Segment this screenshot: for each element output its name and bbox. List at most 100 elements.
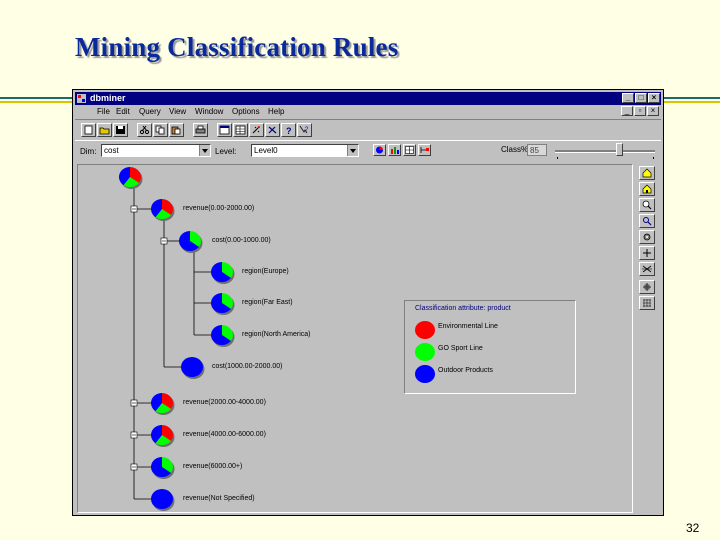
child-restore-button[interactable]: ▫: [634, 106, 646, 116]
side-settings-button[interactable]: [639, 230, 655, 244]
menu-window[interactable]: Window: [195, 107, 223, 116]
child-close-button[interactable]: ×: [647, 106, 659, 116]
decorative-line-teal-right: [664, 97, 720, 99]
level-label: Level:: [215, 147, 237, 156]
class-percent-field[interactable]: 85: [527, 144, 547, 156]
decorative-line-yellow: [0, 101, 72, 103]
help-icon: ?: [286, 126, 292, 135]
level-dropdown-arrow-icon[interactable]: [347, 145, 358, 156]
dim-label: Dim:: [80, 147, 97, 156]
side-grid-button[interactable]: [639, 296, 655, 310]
help-button[interactable]: ?: [281, 123, 296, 137]
house-up-icon: [642, 184, 652, 194]
open-button[interactable]: [97, 123, 112, 137]
legend-item-outdoor: Outdoor Products: [438, 367, 493, 374]
legend-box: Classification attribute: product Enviro…: [404, 300, 576, 394]
menu-query[interactable]: Query: [139, 107, 161, 116]
svg-text:?: ?: [305, 127, 309, 133]
zoom-icon: [642, 200, 652, 210]
scissors-icon: [139, 125, 150, 135]
house-icon: [642, 168, 652, 178]
legend-blue-circle: [415, 365, 435, 383]
tools-icon: [268, 126, 277, 134]
bar-view-button[interactable]: [388, 144, 401, 156]
tree-node-label[interactable]: revenue(6000.00+): [183, 463, 242, 470]
tree-node-label[interactable]: revenue(2000.00-4000.00): [183, 399, 266, 406]
pie-chart-icon: [376, 146, 383, 154]
close-button[interactable]: ×: [648, 93, 660, 103]
paste-button[interactable]: [169, 123, 184, 137]
table-view-button[interactable]: [233, 123, 248, 137]
decorative-line-yellow-right: [664, 101, 720, 103]
save-button[interactable]: [113, 123, 128, 137]
side-home-button[interactable]: [639, 166, 655, 180]
folder-icon: [99, 127, 110, 135]
slide-title: Mining Classification Rules: [75, 32, 399, 62]
printer-icon: [195, 125, 206, 134]
level-select-value: Level0: [254, 146, 278, 155]
copy-button[interactable]: [153, 123, 168, 137]
side-up-button[interactable]: [639, 182, 655, 196]
tree-node-label[interactable]: revenue(Not Specified): [183, 495, 255, 502]
menu-view[interactable]: View: [169, 107, 186, 116]
slider-tick: [557, 157, 558, 159]
menu-file[interactable]: File: [97, 107, 110, 116]
tree-node-label[interactable]: cost(1000.00-2000.00): [212, 363, 282, 370]
class-slider-thumb[interactable]: [616, 143, 623, 156]
window-title: dbminer: [90, 93, 126, 103]
maximize-button[interactable]: □: [635, 93, 647, 103]
class-percent-label: Class%: [501, 145, 529, 154]
legend-item-go-sport: GO Sport Line: [438, 345, 483, 352]
side-rotate-button[interactable]: [639, 262, 655, 276]
context-help-button[interactable]: ?: [297, 123, 312, 137]
level-select[interactable]: Level0: [251, 144, 359, 157]
dim-select-value: cost: [104, 146, 119, 155]
decorative-line-teal: [0, 97, 72, 99]
window-view-button[interactable]: [217, 123, 232, 137]
menu-bar: File Edit Query View Window Options Help: [75, 106, 661, 118]
bar-chart-icon: [391, 147, 399, 154]
page-number: 32: [686, 521, 700, 535]
window-icon: [219, 125, 230, 135]
tree-node-label[interactable]: cost(0.00-1000.00): [212, 237, 271, 244]
slider-tick: [653, 157, 654, 159]
pie-view-button[interactable]: [373, 144, 386, 156]
cut-button[interactable]: [137, 123, 152, 137]
legend-item-environmental: Environmental Line: [438, 323, 498, 330]
minimize-button[interactable]: _: [622, 93, 634, 103]
menu-edit[interactable]: Edit: [116, 107, 130, 116]
tree-node-label[interactable]: revenue(0.00-2000.00): [183, 205, 254, 212]
side-layout-button[interactable]: [639, 280, 655, 294]
wizard-button[interactable]: [249, 123, 264, 137]
side-search-button[interactable]: [639, 214, 655, 228]
rotate-icon: [642, 265, 652, 273]
tree-view-button[interactable]: [418, 144, 431, 156]
child-minimize-button[interactable]: _: [621, 106, 633, 116]
grid-view-button[interactable]: [403, 144, 416, 156]
wizard-icon: [252, 126, 260, 134]
dim-select[interactable]: cost: [101, 144, 211, 157]
tools-button[interactable]: [265, 123, 280, 137]
svg-text:?: ?: [286, 126, 292, 135]
dimension-bar: Dim: cost Level: Level0 Class% 85: [75, 140, 661, 162]
legend-circles: [415, 321, 435, 383]
side-expand-button[interactable]: [639, 246, 655, 260]
class-slider-track[interactable]: [555, 150, 655, 153]
pie-rev5-slice: [151, 489, 173, 509]
print-button[interactable]: [193, 123, 208, 137]
side-zoom-button[interactable]: [639, 198, 655, 212]
dim-dropdown-arrow-icon[interactable]: [199, 145, 210, 156]
tree-node-label[interactable]: region(Far East): [242, 299, 293, 306]
tree-node-label[interactable]: revenue(4000.00-6000.00): [183, 431, 266, 438]
main-toolbar: ? ?: [75, 119, 661, 141]
tree-canvas[interactable]: revenue(0.00-2000.00) cost(0.00-1000.00) r…: [77, 164, 633, 513]
magnifier-icon: [643, 217, 652, 226]
menu-help[interactable]: Help: [268, 107, 284, 116]
tree-node-label[interactable]: region(Europe): [242, 268, 289, 275]
menu-options[interactable]: Options: [232, 107, 260, 116]
tree-node-label[interactable]: region(North America): [242, 331, 310, 338]
grid-icon: [405, 146, 414, 154]
new-button[interactable]: [81, 123, 96, 137]
dbminer-window: dbminer _ □ × File Edit Query View Windo…: [72, 89, 664, 516]
app-icon: [77, 94, 86, 103]
